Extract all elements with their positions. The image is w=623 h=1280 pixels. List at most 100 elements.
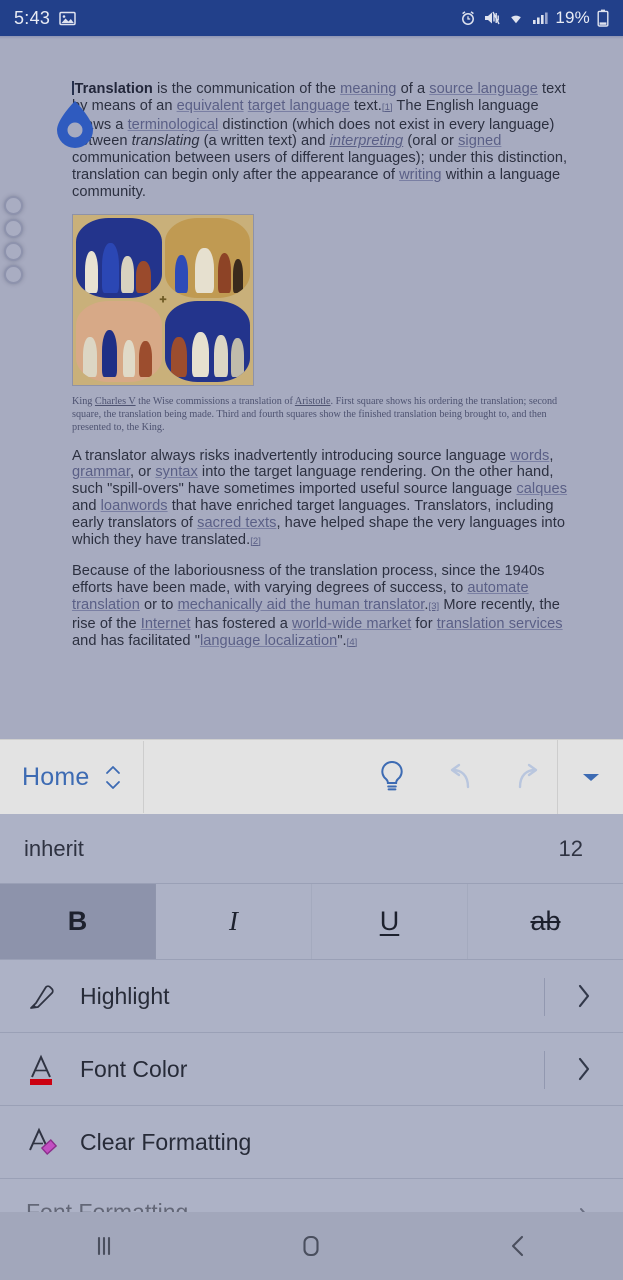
ribbon-expand-button[interactable]	[557, 740, 623, 814]
status-bar-right: 19%	[460, 8, 609, 28]
android-nav-bar	[0, 1212, 623, 1280]
p3-t7: and has facilitated "	[72, 632, 200, 649]
link-signed[interactable]: signed	[458, 133, 501, 149]
ribbon-tab-home[interactable]: Home	[0, 740, 143, 814]
paragraph-1[interactable]: Translation is the communication of the …	[72, 81, 579, 201]
battery-percent-label: 19%	[555, 8, 590, 27]
manuscript-scene-2	[164, 217, 250, 299]
undo-button[interactable]	[439, 756, 481, 798]
underline-button[interactable]: U	[312, 884, 468, 959]
link-aristotle[interactable]: Aristotle	[295, 396, 331, 407]
battery-icon	[597, 9, 609, 27]
emphasis-translating: translating	[131, 133, 200, 150]
recent-apps-button[interactable]	[59, 1222, 149, 1270]
status-bar: 5:43 19%	[0, 0, 623, 36]
link-equivalent[interactable]: equivalent	[177, 98, 244, 114]
p1-t1: is the communication of the	[152, 81, 341, 97]
phone-screen: 5:43 19% Translation is the communicatio…	[0, 0, 623, 1280]
link-charles-v[interactable]: Charles V	[95, 396, 136, 407]
chevron-down-icon	[582, 774, 599, 781]
link-calques[interactable]: calques	[516, 481, 567, 497]
page-edge-handles[interactable]	[4, 196, 23, 284]
reference-2[interactable]: [2]	[250, 536, 261, 547]
font-color-row[interactable]: Font Color	[0, 1033, 623, 1106]
back-button[interactable]	[474, 1222, 564, 1270]
reference-3[interactable]: [3]	[429, 601, 440, 612]
highlight-chevron-right-icon[interactable]	[545, 960, 623, 1032]
figure-illuminated-manuscript[interactable]: ✚	[72, 213, 579, 386]
edge-handle-3[interactable]	[4, 242, 23, 261]
p1-t5: text.	[349, 97, 382, 114]
format-panel: inherit 12 B I U ab Highlight Font Color…	[0, 814, 623, 1212]
link-interpreting[interactable]: interpreting	[330, 133, 404, 149]
wifi-icon	[511, 15, 524, 25]
link-sacred-texts[interactable]: sacred texts	[197, 515, 276, 531]
text-selection-handle-icon[interactable]	[55, 100, 95, 152]
font-color-label: Font Color	[80, 1055, 188, 1082]
clear-formatting-row[interactable]: Clear Formatting	[0, 1106, 623, 1179]
font-color-chevron-right-icon[interactable]	[545, 1033, 623, 1105]
manuscript-image[interactable]: ✚	[72, 213, 254, 386]
link-language-localization[interactable]: language localization	[200, 633, 337, 649]
mute-vibrate-icon	[485, 11, 501, 25]
font-row[interactable]: inherit 12	[0, 814, 623, 884]
manuscript-scene-4	[164, 301, 250, 382]
highlight-row[interactable]: Highlight	[0, 960, 623, 1033]
tell-me-lightbulb-button[interactable]	[371, 756, 413, 798]
italic-button[interactable]: I	[156, 884, 312, 959]
lightbulb-icon	[381, 760, 403, 791]
ribbon-tab-stepper-icon[interactable]	[103, 764, 123, 791]
p2-t2: ,	[549, 447, 554, 464]
link-internet[interactable]: Internet	[141, 616, 191, 632]
ribbon-action-group	[371, 756, 557, 798]
alarm-icon	[462, 11, 475, 25]
recent-apps-icon	[97, 1236, 110, 1256]
undo-icon	[450, 763, 470, 789]
font-formatting-chevron-right-icon[interactable]	[577, 1205, 593, 1212]
bold-button[interactable]: B	[0, 884, 156, 959]
p3-t6: for	[411, 615, 437, 632]
edge-handle-2[interactable]	[4, 219, 23, 238]
image-icon	[59, 11, 76, 25]
reference-1[interactable]: [1]	[382, 102, 393, 113]
ribbon-divider	[142, 741, 144, 813]
link-source-language[interactable]: source language	[429, 81, 538, 97]
paragraph-3[interactable]: Because of the laboriousness of the tran…	[72, 563, 579, 651]
highlighter-icon	[26, 979, 72, 1013]
p2-t1: A translator always risks inadvertently …	[72, 447, 511, 464]
font-formatting-row-partial[interactable]: Font Formatting	[0, 1179, 623, 1212]
p3-t2: or to	[139, 596, 178, 613]
cap-t2: the Wise commissions a translation of	[135, 395, 295, 407]
p3-t8: ".	[337, 632, 347, 649]
link-words[interactable]: words	[510, 448, 549, 464]
figure-caption: King Charles V the Wise commissions a tr…	[72, 395, 572, 434]
manuscript-ornament: ✚	[159, 294, 167, 305]
highlight-label: Highlight	[80, 982, 170, 1009]
link-terminological[interactable]: terminological	[128, 117, 219, 133]
font-name-value[interactable]: inherit	[24, 836, 84, 862]
link-syntax[interactable]: syntax	[155, 464, 197, 480]
paragraph-2[interactable]: A translator always risks inadvertently …	[72, 448, 579, 551]
link-loanwords[interactable]: loanwords	[101, 498, 168, 514]
edge-handle-4[interactable]	[4, 265, 23, 284]
redo-button[interactable]	[507, 756, 549, 798]
manuscript-scene-1	[76, 217, 162, 299]
link-mechanically-aid-the-human-translator[interactable]: mechanically aid the human translator	[178, 597, 425, 613]
home-button[interactable]	[266, 1222, 356, 1270]
font-size-value[interactable]: 12	[559, 836, 583, 862]
status-bar-left: 5:43	[14, 8, 76, 29]
link-translation-services[interactable]: translation services	[437, 616, 563, 632]
status-bar-clock: 5:43	[14, 7, 51, 28]
reference-4[interactable]: [4]	[347, 637, 358, 648]
link-grammar[interactable]: grammar	[72, 464, 130, 480]
link-world-wide-market[interactable]: world-wide market	[292, 616, 411, 632]
ribbon-tab-label: Home	[22, 762, 90, 791]
link-meaning[interactable]: meaning	[340, 81, 396, 97]
p1-t8: (a written text) and	[199, 133, 330, 150]
text-style-row: B I U ab	[0, 884, 623, 960]
link-writing[interactable]: writing	[399, 167, 442, 183]
strikethrough-button[interactable]: ab	[468, 884, 623, 959]
link-target-language[interactable]: target language	[248, 98, 350, 114]
p3-t5: has fostered a	[190, 615, 293, 632]
edge-handle-1[interactable]	[4, 196, 23, 215]
